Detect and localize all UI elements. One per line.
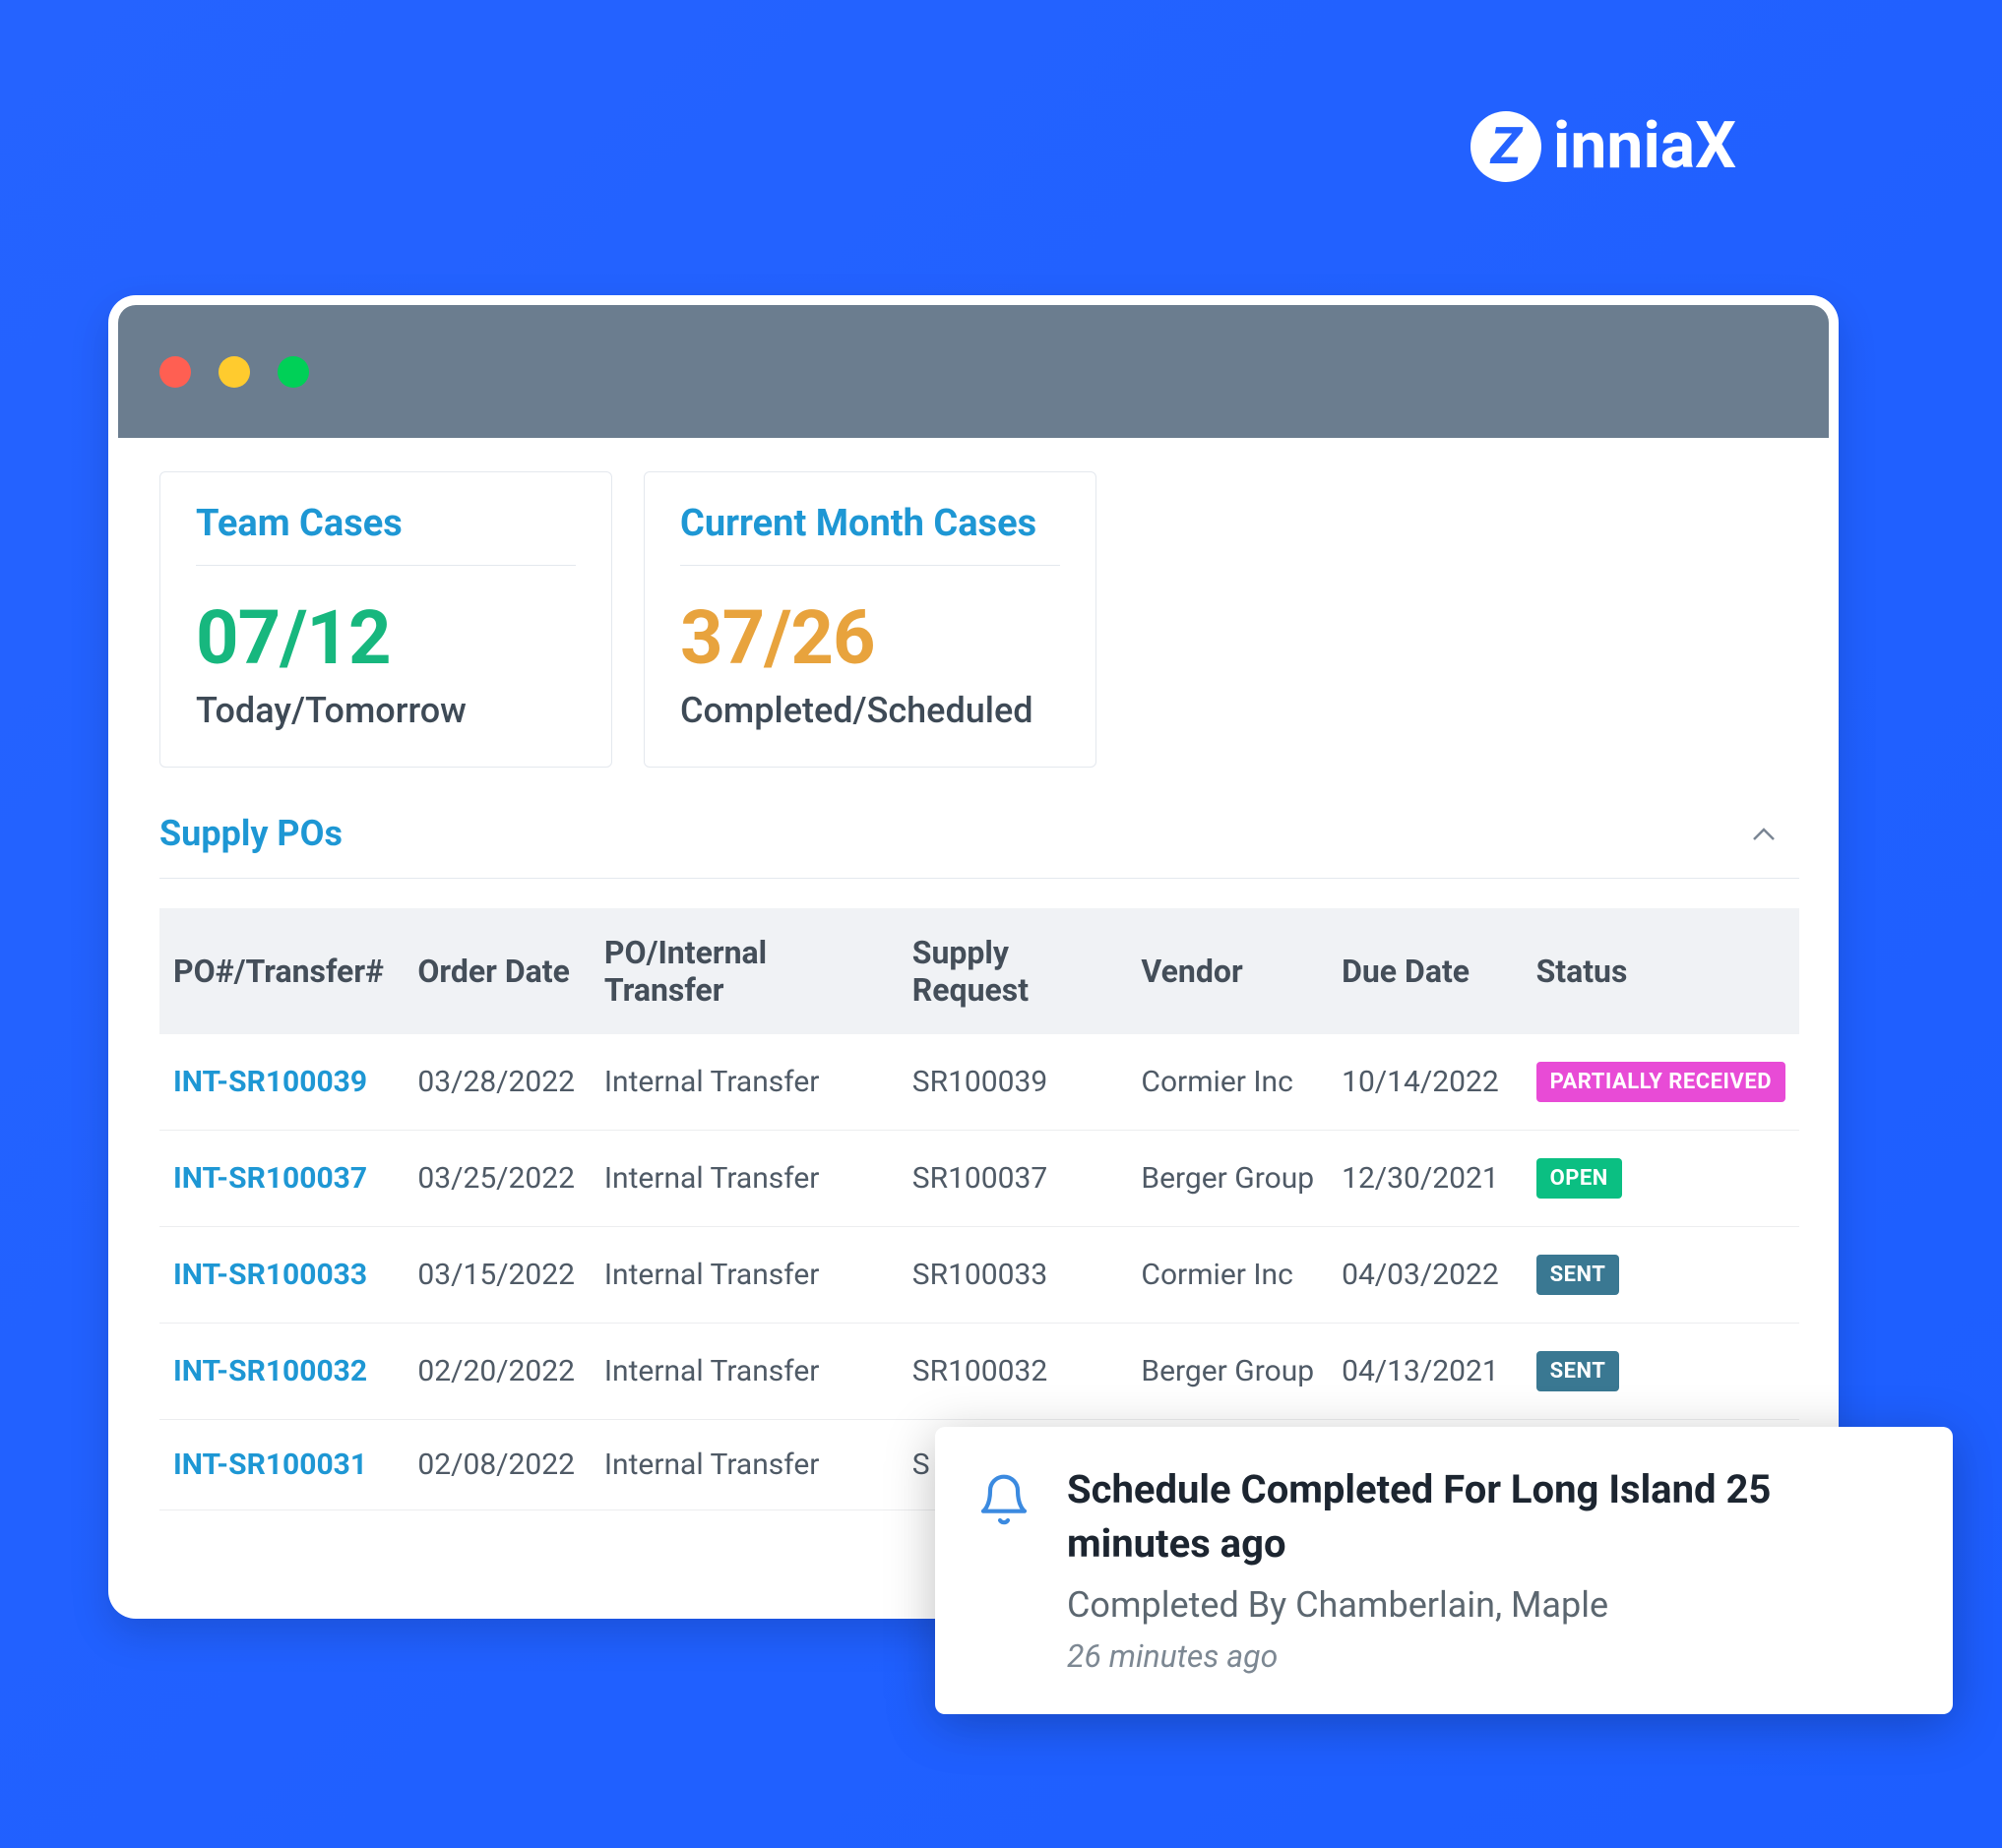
supply-pos-section: Supply POs PO#/Transfer# Order Date PO/I… (148, 807, 1799, 1510)
toast-title: Schedule Completed For Long Island 25 mi… (1067, 1462, 1911, 1571)
cell-vendor: Berger Group (1127, 1131, 1328, 1227)
po-link[interactable]: INT-SR100037 (173, 1161, 367, 1196)
minimize-icon[interactable] (219, 356, 250, 388)
table-row: INT-SR100039 03/28/2022Internal TransferS… (159, 1034, 1799, 1131)
close-icon[interactable] (159, 356, 191, 388)
stat-value: 37/26 (680, 593, 1060, 682)
toast-subtitle: Completed By Chamberlain, Maple (1067, 1584, 1911, 1626)
stat-value: 07/12 (196, 593, 576, 682)
cell-due: 12/30/2021 (1328, 1131, 1522, 1227)
cell-due: 10/14/2022 (1328, 1034, 1522, 1131)
notification-toast[interactable]: Schedule Completed For Long Island 25 mi… (935, 1427, 1953, 1714)
cell-order-date: 03/15/2022 (404, 1227, 591, 1324)
window-titlebar (118, 305, 1829, 438)
col-po: PO#/Transfer# (159, 908, 404, 1034)
col-supply-request: Supply Request (899, 908, 1128, 1034)
toast-body: Schedule Completed For Long Island 25 mi… (1067, 1462, 1911, 1675)
col-status: Status (1523, 908, 1799, 1034)
brand-mark-icon: Z (1470, 111, 1541, 182)
cell-status: SENT (1523, 1324, 1799, 1420)
cell-order-date: 02/20/2022 (404, 1324, 591, 1420)
cell-type: Internal Transfer (591, 1324, 899, 1420)
stats-row: Team Cases 07/12 Today/Tomorrow Current … (148, 471, 1799, 768)
status-badge: OPEN (1536, 1158, 1622, 1199)
status-badge: PARTIALLY RECEIVED (1536, 1062, 1785, 1102)
stat-title: Team Cases (196, 502, 576, 566)
po-link[interactable]: INT-SR100033 (173, 1258, 367, 1292)
cell-order-date: 03/25/2022 (404, 1131, 591, 1227)
cell-sr: SR100032 (899, 1324, 1128, 1420)
chevron-up-icon[interactable] (1752, 819, 1793, 848)
col-due-date: Due Date (1328, 908, 1522, 1034)
cell-status: PARTIALLY RECEIVED (1523, 1034, 1799, 1131)
cell-type: Internal Transfer (591, 1034, 899, 1131)
cell-sr: SR100037 (899, 1131, 1128, 1227)
cell-order-date: 03/28/2022 (404, 1034, 591, 1131)
status-badge: SENT (1536, 1351, 1620, 1391)
toast-timestamp: 26 minutes ago (1067, 1637, 1911, 1675)
cell-type: Internal Transfer (591, 1420, 899, 1510)
stat-sub: Today/Tomorrow (196, 690, 576, 731)
table-row: INT-SR10003303/15/2022Internal TransferS… (159, 1227, 1799, 1324)
section-title: Supply POs (159, 813, 343, 854)
col-order-date: Order Date (404, 908, 591, 1034)
cell-due: 04/03/2022 (1328, 1227, 1522, 1324)
cell-type: Internal Transfer (591, 1227, 899, 1324)
po-link[interactable]: INT-SR100031 (173, 1448, 367, 1482)
stat-sub: Completed/Scheduled (680, 690, 1060, 731)
stat-title: Current Month Cases (680, 502, 1060, 566)
cell-vendor: Berger Group (1127, 1324, 1328, 1420)
cell-due: 04/13/2021 (1328, 1324, 1522, 1420)
table-row: INT-SR100037 03/25/2022Internal TransferS… (159, 1131, 1799, 1227)
po-link[interactable]: INT-SR100032 (173, 1354, 367, 1388)
brand-logo: ZinniaX (1470, 108, 1736, 184)
col-type: PO/Internal Transfer (591, 908, 899, 1034)
bell-icon (976, 1472, 1032, 1527)
cell-vendor: Cormier Inc (1127, 1034, 1328, 1131)
cell-type: Internal Transfer (591, 1131, 899, 1227)
brand-name: inniaX (1553, 108, 1736, 184)
table-row: INT-SR10003202/20/2022Internal TransferS… (159, 1324, 1799, 1420)
cell-sr: SR100033 (899, 1227, 1128, 1324)
stat-card-team-cases: Team Cases 07/12 Today/Tomorrow (159, 471, 612, 768)
col-vendor: Vendor (1127, 908, 1328, 1034)
maximize-icon[interactable] (278, 356, 309, 388)
app-window: Team Cases 07/12 Today/Tomorrow Current … (108, 295, 1839, 1619)
po-link[interactable]: INT-SR100039 (173, 1065, 367, 1099)
stat-card-current-month: Current Month Cases 37/26 Completed/Sche… (644, 471, 1096, 768)
cell-status: SENT (1523, 1227, 1799, 1324)
status-badge: SENT (1536, 1255, 1620, 1295)
cell-sr: SR100039 (899, 1034, 1128, 1131)
cell-status: OPEN (1523, 1131, 1799, 1227)
section-header[interactable]: Supply POs (159, 807, 1799, 879)
cell-order-date: 02/08/2022 (404, 1420, 591, 1510)
table-header-row: PO#/Transfer# Order Date PO/Internal Tra… (159, 908, 1799, 1034)
cell-vendor: Cormier Inc (1127, 1227, 1328, 1324)
supply-pos-table: PO#/Transfer# Order Date PO/Internal Tra… (159, 908, 1799, 1510)
